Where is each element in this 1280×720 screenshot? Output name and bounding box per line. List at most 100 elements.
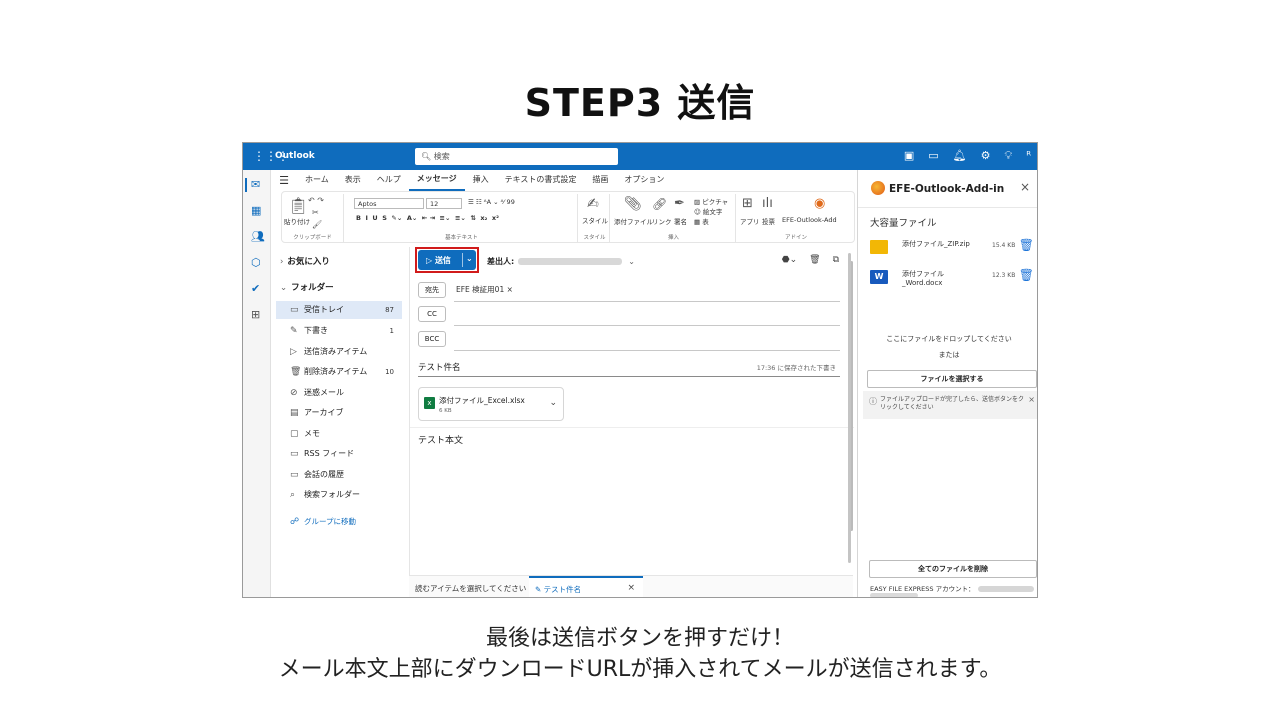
excel-icon: x [424,397,435,409]
to-button[interactable]: 宛先 [418,282,446,298]
drop-zone-text[interactable]: ここにファイルをドロップしてください [858,334,1037,344]
tab-options[interactable]: オプション [616,170,672,190]
sensitivity-icon[interactable]: ⬣⌄ [782,255,797,265]
format-painter-icon[interactable]: 🖌︎ [312,220,322,229]
link-label[interactable]: リンク [652,216,672,226]
remove-recipient-icon[interactable]: × [504,285,513,294]
group-link[interactable]: ☍ グループに移動 [276,513,402,531]
tab-home[interactable]: ホーム [297,170,337,190]
discard-icon[interactable]: 🗑︎ [809,255,820,265]
note-icon: ▢ [290,429,299,439]
select-file-button[interactable]: ファイルを選択する [867,370,1037,388]
lightbulb-icon[interactable]: 💡︎ [1004,149,1012,163]
close-icon[interactable]: × [627,583,635,593]
picture-button[interactable]: ▨ ピクチャ [694,196,728,206]
emoji-label: 絵文字 [702,208,723,216]
mail-icon[interactable]: ✉ [251,178,260,191]
delete-all-button[interactable]: 全てのファイルを削除 [869,560,1037,578]
trash-icon[interactable]: 🗑︎ [1019,268,1034,282]
signature-icon[interactable]: ✒ [674,196,685,211]
ribbon-tabs: ☰ ホーム 表示 ヘルプ メッセージ 挿入 テキストの書式設定 描画 オプション [271,169,855,191]
folder-item-search-folders[interactable]: ⌕ 検索フォルダー [276,486,402,504]
folder-label: 送信済みアイテム [304,347,368,356]
todo-icon[interactable]: ✔ [251,282,260,295]
addin-label[interactable]: EFE-Outlook-Add [782,216,837,224]
file-row: W 添付ファイル _Word.docx 12.3 KB 🗑︎ [870,266,1034,290]
folder-label: 会話の履歴 [304,470,344,479]
font-name-select[interactable]: Aptos [354,198,424,209]
gear-icon[interactable]: ⚙ [981,149,991,163]
compose-pane: ▷ 送信 ⌄ 差出人: ⌄ ⬣⌄ 🗑︎ ⧉ 宛先 EFE 検証用01 × CC B… [409,247,854,597]
list-icons[interactable]: ☰ ☷ ᴬA ⌄ ᴬ⁄ 99 [468,198,515,206]
pane-scrollbar[interactable] [848,253,851,563]
font-size-select[interactable]: 12 [426,198,462,209]
link-icon[interactable]: 🔗︎ [652,197,667,211]
close-icon[interactable]: × [1028,395,1035,404]
paste-icon[interactable]: 📋︎ [288,196,308,215]
from-field[interactable]: 差出人: ⌄ [487,256,635,267]
hamburger-icon[interactable]: ☰ [271,174,297,187]
tab-draw[interactable]: 描画 [584,170,616,190]
style-label[interactable]: スタイル [582,215,608,225]
cc-underline [454,325,840,326]
folder-item-junk[interactable]: ⊘ 迷惑メール [276,384,402,402]
from-address-redacted [518,258,623,265]
draft-tab[interactable]: ✎ テスト件名 × [529,576,643,597]
favorites-header[interactable]: › お気に入り [280,255,330,267]
basic-text-group-label: 基本テキスト [445,235,478,241]
paperclip-icon[interactable]: 📎︎ [624,196,642,212]
addin-group: ⊞ ılı ◉ アプリ 投票 EFE-Outlook-Add アドイン [738,194,854,242]
tab-view[interactable]: 表示 [337,170,369,190]
apps-icon[interactable]: ⊞ [251,308,260,321]
folder-item-archive[interactable]: ▤ アーカイブ [276,404,402,422]
account-icon[interactable]: ᴿ [1026,149,1031,163]
folder-item-conversation-history[interactable]: ▭ 会話の履歴 [276,466,402,484]
folder-item-sent[interactable]: ▷ 送信済みアイテム [276,343,402,361]
search-input[interactable]: 🔍︎ 検索 [415,148,618,165]
efe-addin-icon[interactable]: ◉ [814,196,825,211]
addin-group-label: アドイン [784,235,807,241]
signature-label[interactable]: 署名 [674,216,687,226]
recipient-chip[interactable]: EFE 検証用01 × [456,284,513,295]
outlook-brand[interactable]: Outlook [275,151,315,161]
poll-label[interactable]: 投票 [762,216,775,226]
calendar-icon[interactable]: ▦ [251,204,261,217]
teams-icon[interactable]: ▣ [904,149,914,163]
apps-label[interactable]: アプリ [740,216,760,226]
text-format-icons[interactable]: B I U S ✎⌄ A⌄ ⇤ ⇥ ≡⌄ ≡⌄ ⇅ x₂ x² [356,214,499,222]
tab-message[interactable]: メッセージ [408,169,465,191]
whiteboard-icon[interactable]: ▭ [928,149,938,163]
tab-insert[interactable]: 挿入 [465,170,497,190]
tab-help[interactable]: ヘルプ [369,170,409,190]
undo-icon[interactable]: ↶ ↷ [308,196,324,205]
emoji-button[interactable]: ☺ 絵文字 [694,206,722,216]
people-icon[interactable]: 👥︎ [251,230,265,243]
folder-item-notes[interactable]: ▢ メモ [276,425,402,443]
apps-grid-icon[interactable]: ⊞ [742,196,753,211]
folder-item-deleted[interactable]: 🗑︎ 削除済みアイテム 10 [276,363,402,381]
subject-field[interactable]: テスト件名 17:36 に保存された下書き [418,357,840,377]
folder-item-drafts[interactable]: ✎ 下書き 1 [276,322,402,340]
bcc-underline [454,350,840,351]
groups-icon[interactable]: ⬡ [251,256,261,269]
trash-icon[interactable]: 🗑︎ [1019,238,1034,252]
close-icon[interactable]: × [1020,180,1030,194]
folder-item-inbox[interactable]: ▭ 受信トレイ 87 [276,301,402,319]
cc-button[interactable]: CC [418,306,446,322]
table-button[interactable]: ▦ 表 [694,216,709,226]
attach-label[interactable]: 添付ファイル [614,216,653,226]
addin-header: EFE-Outlook-Add-in × [858,170,1037,208]
bell-icon[interactable]: 🔔︎ [953,149,967,163]
attachment-card[interactable]: x 添付ファイル_Excel.xlsx 6 KB ⌄ [418,387,564,421]
cut-icon[interactable]: ✂ [312,208,319,217]
chevron-down-icon[interactable]: ⌄ [549,398,557,408]
tab-format-text[interactable]: テキストの書式設定 [497,170,585,190]
folders-header[interactable]: ⌄ フォルダー [280,281,334,293]
bcc-button[interactable]: BCC [418,331,446,347]
message-body[interactable]: テスト本文 [418,433,463,446]
style-icon[interactable]: ✍ [587,196,599,212]
pencil-icon: ✎ [290,326,298,336]
folder-item-rss[interactable]: ▭ RSS フィード [276,445,402,463]
poll-icon[interactable]: ılı [762,196,773,211]
popout-icon[interactable]: ⧉ [833,255,839,265]
